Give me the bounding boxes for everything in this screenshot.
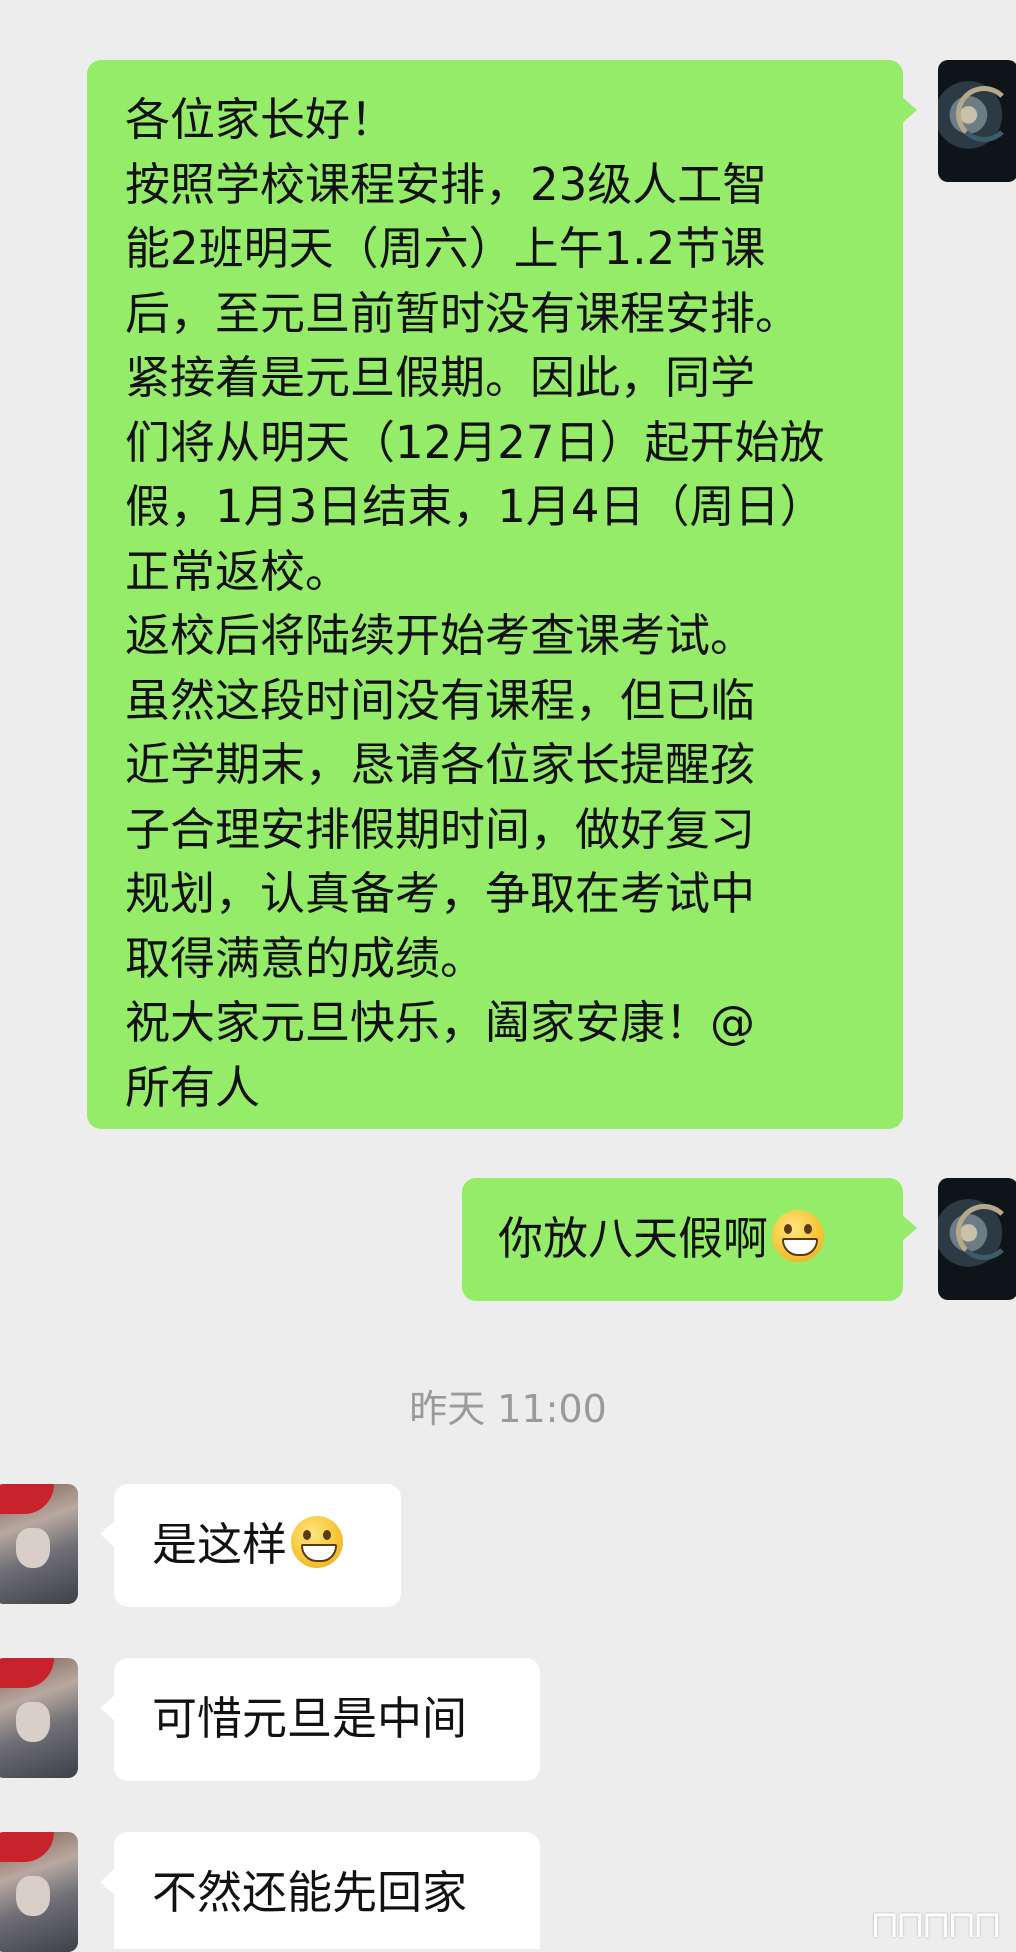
message-line: 虽然这段时间没有课程，但已临 [125,673,756,727]
message-line: 规划，认真备考，争取在考试中 [125,867,756,920]
message-text: 不然还能先回家 [152,1866,468,1919]
message-bubble[interactable]: 不然还能先回家 [100,1832,540,1949]
chat-view[interactable]: 各位家长好！ 按照学校课程安排，23级人工智 能2班明天（周六）上午1.2节课 … [0,0,1016,1952]
contact-avatar[interactable] [0,1658,78,1778]
message-line: 能2班明天（周六）上午1.2节课 [125,222,766,275]
message-line: 紧接着是元旦假期。因此，同学 [125,351,756,404]
message-line: 按照学校课程安排，23级人工智 [125,157,768,211]
timestamp: 昨天 11:00 [409,1387,607,1431]
message-bubble[interactable]: 可惜元旦是中间 [100,1658,540,1781]
message-bubble[interactable]: 你放八天假啊 [462,1178,917,1301]
message-line: 祝大家元旦快乐，阖家安康！@ [125,996,756,1049]
message-line: 假，1月3日结束，1月4日（周日） [125,480,825,533]
announcement-bubble[interactable]: 各位家长好！ 按照学校课程安排，23级人工智 能2班明天（周六）上午1.2节课 … [87,60,917,1129]
message-line: 取得满意的成绩。 [125,931,486,985]
watermark: ⊓⊓⊓⊓⊓ [870,1902,1002,1946]
self-avatar[interactable] [938,1178,1016,1300]
message-line: 近学期末，恳请各位家长提醒孩 [125,738,756,791]
message-line: 后，至元旦前暂时没有课程安排。 [125,286,801,340]
contact-avatar[interactable] [0,1832,78,1952]
message-line: 正常返校。 [125,544,351,598]
grin-emoji-icon [772,1210,825,1262]
contact-avatar[interactable] [0,1484,78,1604]
message-line: 所有人 [125,1060,261,1114]
message-line: 们将从明天（12月27日）起开始放 [125,415,825,469]
message-line: 子合理安排假期时间，做好复习 [125,802,756,856]
message-text: 你放八天假啊 [498,1212,769,1265]
self-avatar[interactable] [938,60,1016,182]
message-text: 是这样 [152,1518,288,1571]
message-bubble[interactable]: 是这样 [100,1484,401,1607]
message-text: 可惜元旦是中间 [152,1692,468,1745]
message-line: 各位家长好！ [125,93,396,146]
message-line: 返校后将陆续开始考查课考试。 [125,609,756,662]
grin-emoji-icon [291,1516,344,1568]
